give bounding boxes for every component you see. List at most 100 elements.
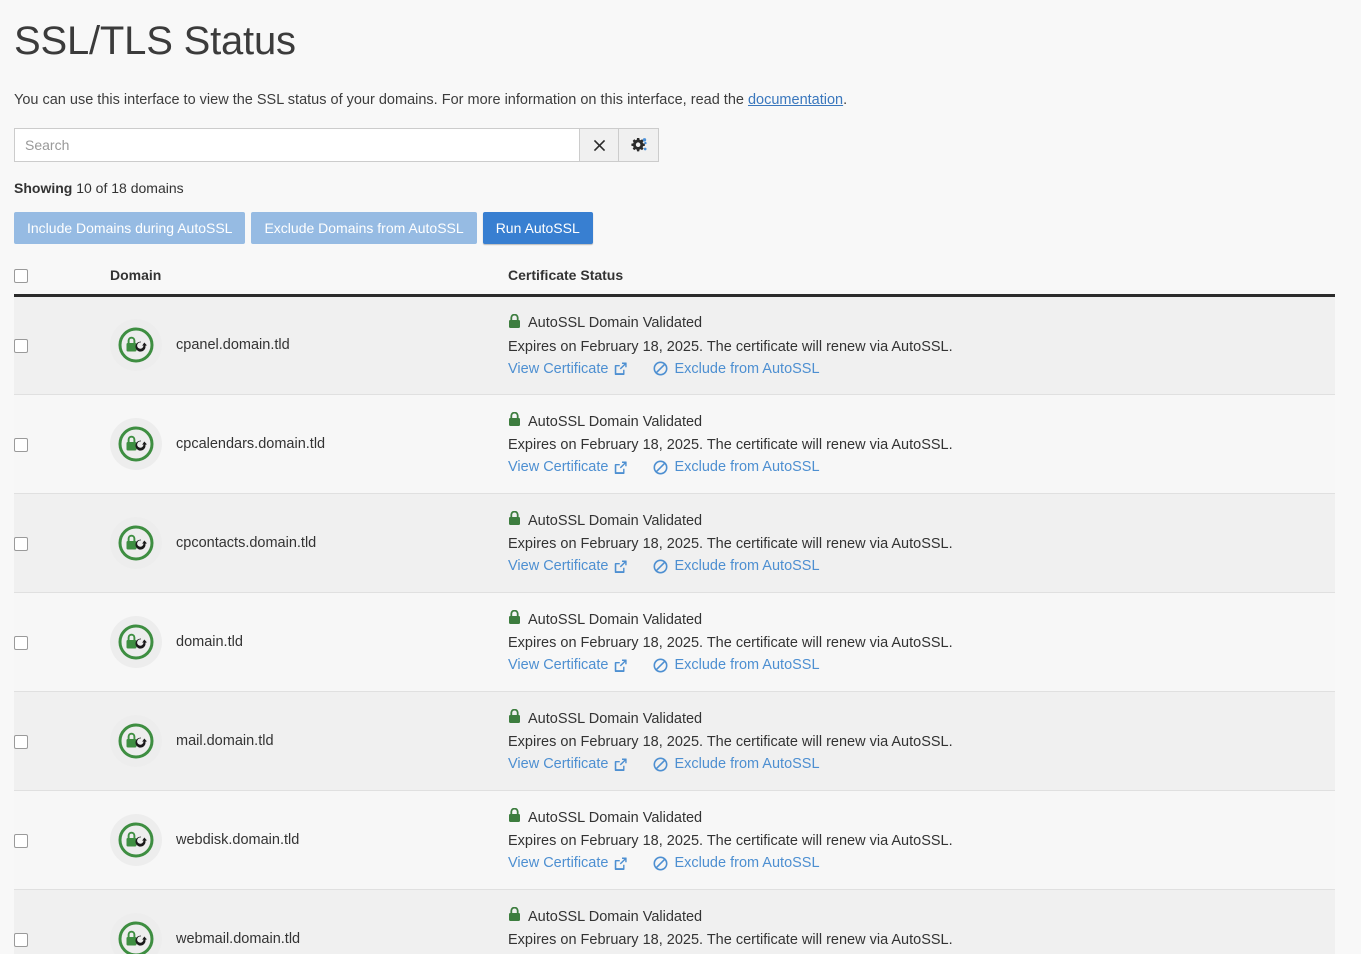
external-link-icon <box>614 362 628 376</box>
table-row: webmail.domain.tld AutoSSL Domain Valida… <box>14 889 1335 954</box>
view-certificate-link[interactable]: View Certificate <box>508 360 628 377</box>
row-links: View Certificate Exclude from AutoSSL <box>508 361 1335 377</box>
green-lock-icon <box>508 609 521 629</box>
page-title: SSL/TLS Status <box>14 19 296 63</box>
view-certificate-link[interactable]: View Certificate <box>508 459 628 476</box>
certificate-status-line: AutoSSL Domain Validated <box>508 510 1335 530</box>
row-select-cell <box>14 889 110 954</box>
showing-count: Showing 10 of 18 domains <box>14 180 1347 196</box>
row-domain-cell: mail.domain.tld <box>110 691 508 791</box>
row-domain-cell: cpcontacts.domain.tld <box>110 493 508 593</box>
ssl-autorenew-lock-icon <box>110 714 162 767</box>
exclude-from-autossl-link[interactable]: Exclude from AutoSSL <box>653 459 820 476</box>
row-links: View Certificate Exclude from AutoSSL <box>508 657 1335 673</box>
clear-search-button[interactable] <box>579 128 619 163</box>
exclude-from-autossl-label: Exclude from AutoSSL <box>674 459 820 476</box>
row-status-cell: AutoSSL Domain Validated Expires on Febr… <box>508 295 1335 395</box>
expiry-text: Expires on February 18, 2025. The certif… <box>508 932 953 949</box>
external-link-icon <box>614 461 628 474</box>
expiry-text: Expires on February 18, 2025. The certif… <box>508 635 953 652</box>
view-certificate-label: View Certificate <box>508 558 609 575</box>
exclude-from-autossl-link[interactable]: Exclude from AutoSSL <box>653 657 820 674</box>
action-buttons: Include Domains during AutoSSL Exclude D… <box>14 212 1347 245</box>
row-select-cell <box>14 691 110 791</box>
intro-text-after: . <box>843 92 848 108</box>
row-checkbox[interactable] <box>14 734 28 749</box>
domain-name: webmail.domain.tld <box>176 930 301 947</box>
search-input[interactable] <box>14 128 579 163</box>
exclude-from-autossl-link[interactable]: Exclude from AutoSSL <box>653 558 820 575</box>
green-lock-icon <box>508 906 521 926</box>
run-autossl-button[interactable]: Run AutoSSL <box>482 212 593 245</box>
showing-label: Showing <box>14 180 73 197</box>
select-all-checkbox[interactable] <box>14 268 28 283</box>
green-lock-icon <box>508 411 521 431</box>
exclude-from-autossl-link[interactable]: Exclude from AutoSSL <box>653 360 820 377</box>
exclude-from-autossl-label: Exclude from AutoSSL <box>674 360 820 377</box>
row-checkbox[interactable] <box>14 833 28 848</box>
certificate-status-header: Certificate Status <box>508 266 1335 297</box>
search-settings-button[interactable] <box>619 128 659 163</box>
expiry-text: Expires on February 18, 2025. The certif… <box>508 833 953 850</box>
expiry-text: Expires on February 18, 2025. The certif… <box>508 338 953 355</box>
row-domain-cell: cpcalendars.domain.tld <box>110 394 508 494</box>
exclude-from-autossl-link[interactable]: Exclude from AutoSSL <box>653 855 820 871</box>
view-certificate-link[interactable]: View Certificate <box>508 756 628 772</box>
ban-icon <box>653 460 668 475</box>
row-links: View Certificate Exclude from AutoSSL <box>508 558 1335 574</box>
certificate-status-line: AutoSSL Domain Validated <box>508 411 1335 431</box>
exclude-from-autossl-link[interactable]: Exclude from AutoSSL <box>653 756 820 773</box>
view-certificate-label: View Certificate <box>508 459 609 476</box>
ban-icon <box>653 559 668 574</box>
ban-icon <box>653 757 668 772</box>
domain-name: mail.domain.tld <box>176 732 274 749</box>
table-row: webdisk.domain.tld AutoSSL Domain Valida… <box>14 790 1335 890</box>
status-text: AutoSSL Domain Validated <box>528 908 703 925</box>
domain-name: cpcontacts.domain.tld <box>176 534 317 551</box>
ssl-autorenew-lock-icon <box>110 615 162 668</box>
row-links: View Certificate Exclude from AutoSSL <box>508 756 1335 772</box>
row-domain-cell: webmail.domain.tld <box>110 889 508 954</box>
row-checkbox[interactable] <box>14 932 28 947</box>
status-text: AutoSSL Domain Validated <box>528 512 703 529</box>
close-icon <box>592 138 607 153</box>
row-status-cell: AutoSSL Domain Validated Expires on Febr… <box>508 592 1335 692</box>
view-certificate-link[interactable]: View Certificate <box>508 657 628 673</box>
exclude-from-autossl-label: Exclude from AutoSSL <box>674 756 820 773</box>
row-select-cell <box>14 790 110 890</box>
expiry-text: Expires on February 18, 2025. The certif… <box>508 734 953 751</box>
exclude-from-autossl-label: Exclude from AutoSSL <box>674 657 820 674</box>
row-checkbox[interactable] <box>14 635 28 650</box>
view-certificate-link[interactable]: View Certificate <box>508 558 628 575</box>
include-domains-button[interactable]: Include Domains during AutoSSL <box>14 212 246 245</box>
row-checkbox[interactable] <box>14 536 28 551</box>
select-all-header <box>14 266 110 297</box>
documentation-link[interactable]: documentation <box>748 92 843 108</box>
ssl-autorenew-lock-icon <box>110 813 162 866</box>
view-certificate-link[interactable]: View Certificate <box>508 855 628 871</box>
row-domain-cell: cpanel.domain.tld <box>110 295 508 395</box>
table-body: cpanel.domain.tld AutoSSL Domain Validat… <box>14 295 1335 954</box>
exclude-from-autossl-label: Exclude from AutoSSL <box>674 558 820 575</box>
external-link-icon <box>614 659 628 672</box>
view-certificate-label: View Certificate <box>508 360 609 377</box>
row-domain-cell: webdisk.domain.tld <box>110 790 508 890</box>
ssl-status-table: Domain Certificate Status cpanel.domain.… <box>14 266 1335 954</box>
external-link-icon <box>614 560 628 573</box>
external-link-icon <box>614 857 628 870</box>
certificate-status-line: AutoSSL Domain Validated <box>508 807 1335 827</box>
certificate-status-line: AutoSSL Domain Validated <box>508 609 1335 629</box>
row-select-cell <box>14 592 110 692</box>
row-checkbox[interactable] <box>14 437 28 452</box>
table-header-row: Domain Certificate Status <box>14 266 1335 297</box>
ssl-autorenew-lock-icon <box>110 417 162 470</box>
green-lock-icon <box>508 313 521 333</box>
ban-icon <box>653 361 668 376</box>
search-bar <box>14 128 659 163</box>
domain-name: cpanel.domain.tld <box>176 337 290 354</box>
table-row: domain.tld AutoSSL Domain Validated Expi… <box>14 592 1335 692</box>
intro-text-before: You can use this interface to view the S… <box>14 92 748 108</box>
exclude-domains-button[interactable]: Exclude Domains from AutoSSL <box>251 212 477 245</box>
table-row: cpanel.domain.tld AutoSSL Domain Validat… <box>14 295 1335 395</box>
row-checkbox[interactable] <box>14 339 28 354</box>
